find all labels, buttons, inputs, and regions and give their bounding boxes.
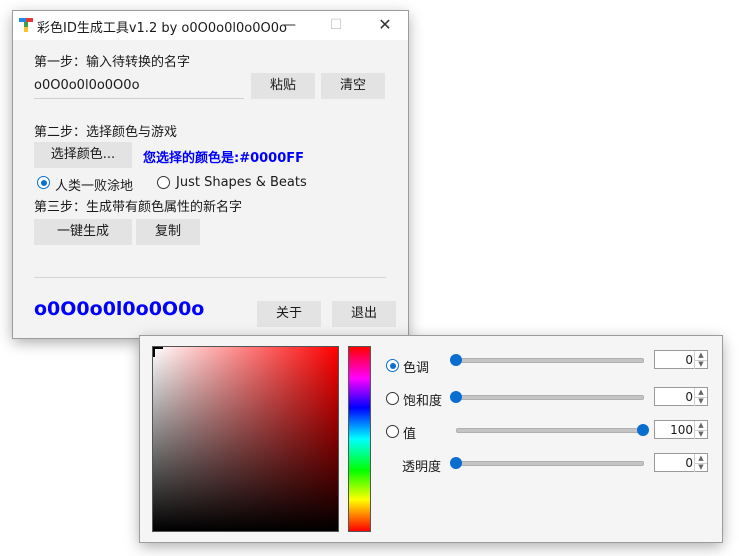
hue-spinbox[interactable]: 0 ▲ ▼ <box>654 350 708 369</box>
value-spinbox[interactable]: 100 ▲ ▼ <box>654 420 708 439</box>
value-slider-thumb[interactable] <box>637 424 649 436</box>
game-radio-just-shapes-beats[interactable] <box>157 176 170 189</box>
close-button[interactable]: ✕ <box>362 11 408 40</box>
game-option-label: 人类一败涂地 <box>55 179 134 194</box>
clear-button[interactable]: 清空 <box>321 73 385 99</box>
result-text: o0O0o0l0o0O0o <box>34 298 205 320</box>
close-icon: ✕ <box>378 15 392 34</box>
exit-button[interactable]: 退出 <box>332 301 396 327</box>
value-radio[interactable] <box>386 425 399 438</box>
minimize-button[interactable]: — <box>266 11 312 40</box>
step3-label: 第三步：生成带有颜色属性的新名字 <box>34 200 243 215</box>
hue-slider[interactable] <box>456 358 644 363</box>
step1-label: 第一步：输入待转换的名字 <box>34 55 191 70</box>
saturation-radio[interactable] <box>386 392 399 405</box>
saturation-slider[interactable] <box>456 395 644 400</box>
choose-color-button[interactable]: 选择颜色... <box>34 142 132 168</box>
main-window: 彩色ID生成工具v1.2 by o0O0o0l0o0O0o — ☐ ✕ 第一步：… <box>13 11 408 338</box>
game-option-label: Just Shapes & Beats <box>176 175 307 190</box>
spin-down-icon[interactable]: ▼ <box>694 430 707 439</box>
divider <box>34 277 386 278</box>
hue-value: 0 <box>685 353 693 367</box>
copy-button[interactable]: 复制 <box>136 219 200 245</box>
spin-down-icon[interactable]: ▼ <box>694 360 707 369</box>
maximize-button[interactable]: ☐ <box>313 11 359 40</box>
alpha-value: 0 <box>685 456 693 470</box>
name-input[interactable]: o0O0o0l0o0O0o <box>34 74 244 99</box>
selected-color-text: 您选择的颜色是:#0000FF <box>143 151 305 166</box>
alpha-spinbox[interactable]: 0 ▲ ▼ <box>654 453 708 472</box>
alpha-slider[interactable] <box>456 461 644 466</box>
spin-down-icon[interactable]: ▼ <box>694 397 707 406</box>
color-picker-dialog: 色调 0 ▲ ▼ 饱和度 0 ▲ ▼ 值 100 ▲ ▼ 透明度 0 ▲ ▼ <box>140 336 722 542</box>
minimize-icon: — <box>282 17 296 33</box>
hue-radio[interactable] <box>386 359 399 372</box>
saturation-spinbox[interactable]: 0 ▲ ▼ <box>654 387 708 406</box>
hue-label: 色调 <box>403 361 430 376</box>
step2-label: 第二步：选择颜色与游戏 <box>34 125 178 140</box>
about-button[interactable]: 关于 <box>257 301 321 327</box>
maximize-icon: ☐ <box>329 17 343 33</box>
spin-down-icon[interactable]: ▼ <box>694 463 707 472</box>
hue-slider-thumb[interactable] <box>450 354 462 366</box>
hue-strip[interactable] <box>348 346 371 532</box>
saturation-value-area[interactable] <box>152 346 339 532</box>
paste-button[interactable]: 粘贴 <box>251 73 315 99</box>
saturation-slider-thumb[interactable] <box>450 391 462 403</box>
generate-button[interactable]: 一键生成 <box>34 219 132 245</box>
value-slider[interactable] <box>456 428 644 433</box>
window-title: 彩色ID生成工具v1.2 by o0O0o0l0o0O0o <box>37 21 287 36</box>
value-value: 100 <box>670 423 693 437</box>
game-radio-human-fall-flat[interactable] <box>37 176 50 189</box>
value-label: 值 <box>403 427 417 442</box>
saturation-value: 0 <box>685 390 693 404</box>
title-bar[interactable]: 彩色ID生成工具v1.2 by o0O0o0l0o0O0o — ☐ ✕ <box>13 11 408 40</box>
alpha-slider-thumb[interactable] <box>450 457 462 469</box>
app-logo-icon <box>19 18 33 32</box>
saturation-label: 饱和度 <box>403 394 443 409</box>
alpha-label: 透明度 <box>402 460 442 475</box>
sv-cursor[interactable] <box>153 347 163 357</box>
